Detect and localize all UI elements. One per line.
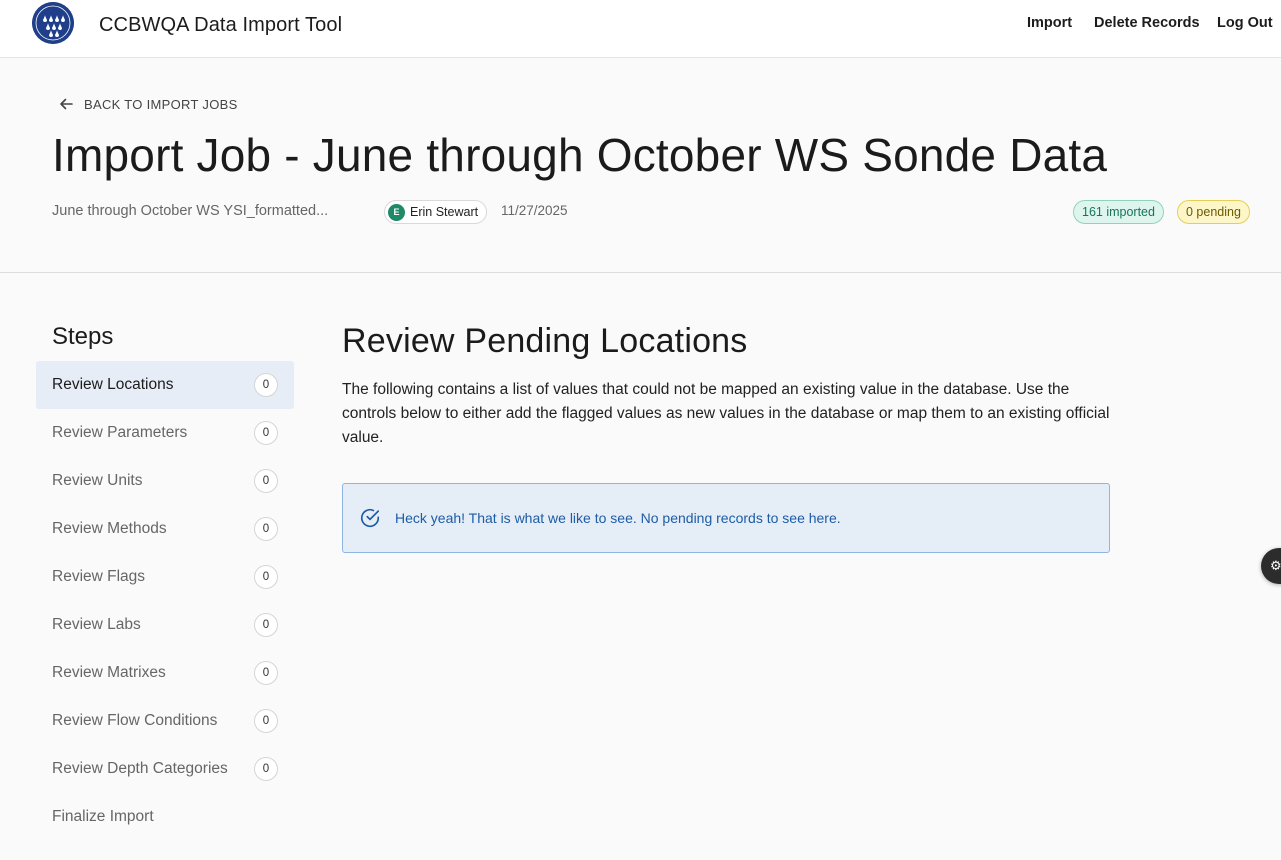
arrow-left-icon <box>60 98 73 110</box>
steps-list: Review Locations 0 Review Parameters 0 R… <box>36 361 294 841</box>
nav-log-out-link[interactable]: Log Out <box>1217 15 1273 31</box>
step-review-units[interactable]: Review Units 0 <box>36 457 294 505</box>
step-label: Review Depth Categories <box>52 760 228 777</box>
back-link-label: BACK TO IMPORT JOBS <box>84 96 238 112</box>
step-review-labs[interactable]: Review Labs 0 <box>36 601 294 649</box>
step-review-flags[interactable]: Review Flags 0 <box>36 553 294 601</box>
nav-delete-records-link[interactable]: Delete Records <box>1094 15 1200 31</box>
step-count-badge: 0 <box>254 661 278 685</box>
section-divider <box>0 272 1281 273</box>
step-review-parameters[interactable]: Review Parameters 0 <box>36 409 294 457</box>
step-label: Review Matrixes <box>52 664 166 681</box>
step-count-badge: 0 <box>254 709 278 733</box>
step-count-badge: 0 <box>254 421 278 445</box>
section-description: The following contains a list of values … <box>342 381 1110 446</box>
alert-message: Heck yeah! That is what we like to see. … <box>395 510 841 526</box>
step-finalize-import[interactable]: Finalize Import <box>36 793 294 841</box>
settings-icon: ⚙ <box>1270 558 1281 573</box>
nav-import-link[interactable]: Import <box>1027 15 1072 31</box>
back-to-import-jobs-link[interactable]: BACK TO IMPORT JOBS <box>58 96 238 112</box>
step-count-badge: 0 <box>254 373 278 397</box>
step-label: Review Units <box>52 472 143 489</box>
check-circle-icon <box>360 509 380 527</box>
step-count-badge: 0 <box>254 757 278 781</box>
imported-count-badge: 161 imported <box>1073 200 1164 224</box>
floating-action-button[interactable]: ⚙ <box>1261 548 1281 584</box>
section-heading: Review Pending Locations <box>342 322 748 360</box>
step-label: Review Labs <box>52 616 141 633</box>
user-chip: E Erin Stewart <box>384 200 488 224</box>
step-count-badge: 0 <box>254 565 278 589</box>
user-name: Erin Stewart <box>410 205 479 219</box>
step-label: Review Locations <box>52 376 174 393</box>
step-label: Review Flow Conditions <box>52 712 218 729</box>
step-label: Finalize Import <box>52 808 154 825</box>
ccbwqa-logo[interactable] <box>32 2 74 44</box>
page-title: Import Job - June through October WS Son… <box>52 129 1108 181</box>
success-alert: Heck yeah! That is what we like to see. … <box>342 483 1110 553</box>
step-review-flow-conditions[interactable]: Review Flow Conditions 0 <box>36 697 294 745</box>
step-review-locations[interactable]: Review Locations 0 <box>36 361 294 409</box>
step-review-matrixes[interactable]: Review Matrixes 0 <box>36 649 294 697</box>
app-title: CCBWQA Data Import Tool <box>99 14 343 36</box>
import-date: 11/27/2025 <box>501 203 568 218</box>
step-count-badge: 0 <box>254 517 278 541</box>
top-navigation-bar: CCBWQA Data Import Tool Import Delete Re… <box>0 0 1281 58</box>
step-review-methods[interactable]: Review Methods 0 <box>36 505 294 553</box>
import-filename: June through October WS YSI_formatted... <box>52 203 329 219</box>
step-label: Review Flags <box>52 568 146 585</box>
steps-title: Steps <box>52 323 114 350</box>
avatar: E <box>388 203 405 221</box>
step-review-depth-categories[interactable]: Review Depth Categories 0 <box>36 745 294 793</box>
step-count-badge: 0 <box>254 469 278 493</box>
step-count-badge: 0 <box>254 613 278 637</box>
step-label: Review Methods <box>52 520 167 537</box>
pending-count-badge: 0 pending <box>1177 200 1250 224</box>
step-label: Review Parameters <box>52 424 188 441</box>
